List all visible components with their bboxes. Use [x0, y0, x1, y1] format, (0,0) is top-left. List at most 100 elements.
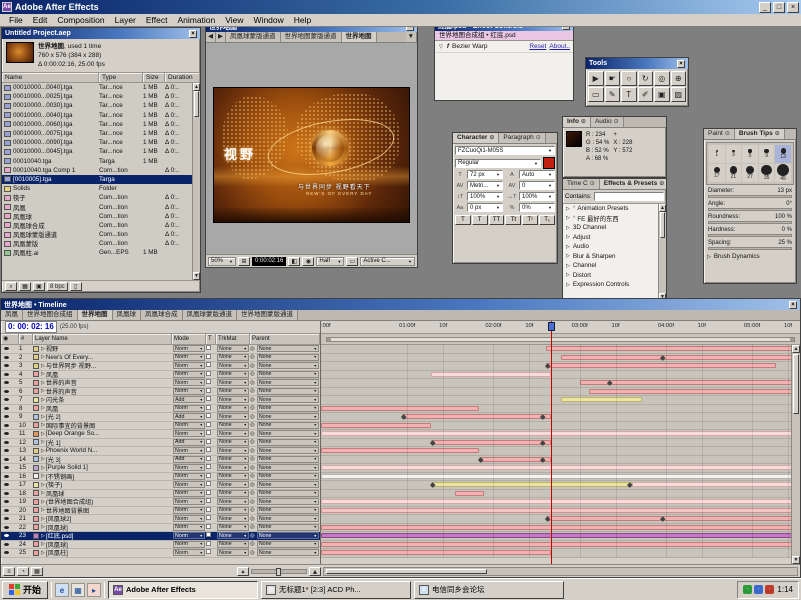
- palette-tab[interactable]: Audio⊙: [591, 117, 624, 127]
- parent-select[interactable]: None▼: [257, 371, 319, 378]
- blend-mode-select[interactable]: Add▼: [173, 396, 205, 403]
- preserve-transparency-checkbox[interactable]: [206, 541, 216, 548]
- character-value-field[interactable]: 72 px▼: [467, 170, 503, 179]
- layer-duration-bar[interactable]: [580, 380, 800, 385]
- current-time-indicator-handle[interactable]: [548, 322, 555, 331]
- visibility-eye-icon[interactable]: [1, 490, 11, 497]
- effect-controls-tab[interactable]: 世界地图合成组 • 红底.psd: [435, 31, 573, 41]
- layer-duration-bar[interactable]: [321, 431, 800, 436]
- pickwhip-icon[interactable]: ◎: [250, 363, 255, 369]
- palette-tab[interactable]: Brush Tips⊙: [735, 129, 785, 139]
- layer-lane[interactable]: [321, 371, 800, 380]
- brush-property-slider[interactable]: [708, 195, 792, 198]
- layer-duration-bar[interactable]: [321, 423, 431, 428]
- visibility-eye-icon[interactable]: [1, 498, 11, 505]
- blend-mode-select[interactable]: Norm▼: [173, 430, 205, 437]
- layer-duration-bar[interactable]: [455, 491, 484, 496]
- parent-select[interactable]: None▼: [257, 396, 319, 403]
- twirl-icon[interactable]: ▷: [41, 439, 45, 445]
- layer-name-cell[interactable]: ▷New's Of Every...: [33, 354, 172, 361]
- layer-duration-bar[interactable]: [321, 499, 800, 504]
- parent-select[interactable]: None▼: [257, 388, 319, 395]
- parent-select[interactable]: None▼: [257, 405, 319, 412]
- column-header[interactable]: Mode: [172, 334, 206, 344]
- timeline-comp-tab[interactable]: 世界地图合成组: [23, 310, 78, 320]
- layer-lane[interactable]: [321, 515, 800, 524]
- expand-layers-icon[interactable]: ≡: [3, 567, 15, 576]
- parent-select[interactable]: None▼: [257, 379, 319, 386]
- layer-lane[interactable]: [321, 541, 800, 550]
- viewer-timecode[interactable]: 0:00:02:16: [252, 257, 286, 266]
- layer-name-cell[interactable]: ▷Phoenix World N...: [33, 447, 172, 454]
- project-row[interactable]: 凤凰Com...tionΔ 0:..: [2, 202, 200, 211]
- label-color-chip[interactable]: [33, 465, 39, 471]
- column-header[interactable]: Type: [99, 73, 143, 82]
- layer-duration-bar[interactable]: [402, 414, 550, 419]
- zoom-slider[interactable]: [251, 569, 307, 574]
- layer-lane[interactable]: [321, 549, 800, 558]
- layer-lane[interactable]: [321, 507, 800, 516]
- twirl-icon[interactable]: ▷: [566, 234, 570, 240]
- faux-style-button[interactable]: Tt: [505, 215, 521, 225]
- tab-menu-icon[interactable]: ▼: [406, 32, 417, 42]
- preserve-transparency-checkbox[interactable]: [206, 447, 216, 454]
- layer-row[interactable]: 14▷[光 3]Add▼None▼◎None▼: [1, 456, 320, 465]
- column-header[interactable]: Size: [143, 73, 165, 82]
- blend-mode-select[interactable]: Norm▼: [173, 464, 205, 471]
- switches-modes-icon[interactable]: ▦: [31, 567, 43, 576]
- menu-item[interactable]: Effect: [141, 15, 173, 25]
- layer-duration-bar[interactable]: [321, 550, 551, 555]
- volume-icon[interactable]: ·: [754, 585, 763, 594]
- faux-style-button[interactable]: T₁: [539, 215, 555, 225]
- label-color-chip[interactable]: [33, 371, 39, 377]
- layer-duration-bar[interactable]: [321, 448, 479, 453]
- label-color-chip[interactable]: [33, 422, 39, 428]
- composition-canvas[interactable]: 视野 与世界同步 视野看天下 NEW'S OF EVERY DAY: [213, 87, 410, 223]
- visibility-eye-icon[interactable]: [1, 396, 11, 403]
- project-row[interactable]: 00010000...0075].tgaTar...nce1 MBΔ 0:..: [2, 129, 200, 138]
- taskbar-task-button[interactable]: e电信同乡会论坛: [414, 581, 564, 599]
- tab-scroll-left-icon[interactable]: ◀: [206, 32, 216, 42]
- blend-mode-select[interactable]: Add▼: [173, 456, 205, 463]
- brush-dynamics-row[interactable]: ▷ Brush Dynamics: [704, 252, 796, 262]
- visibility-eye-icon[interactable]: [1, 413, 11, 420]
- timeline-comp-tab[interactable]: 凤凰: [1, 310, 23, 320]
- layer-lane[interactable]: [321, 447, 800, 456]
- twirl-icon[interactable]: ▷: [41, 354, 45, 360]
- brush-tip[interactable]: 5: [742, 145, 758, 163]
- comp-tab[interactable]: 世界地图蒙版通道: [281, 32, 342, 42]
- pickwhip-icon[interactable]: ◎: [250, 422, 255, 428]
- layer-lane[interactable]: [321, 362, 800, 371]
- clone-stamp-tool[interactable]: ▣: [654, 87, 670, 102]
- palette-menu-icon[interactable]: ⊙: [536, 135, 541, 141]
- track-matte-select[interactable]: None▼: [217, 532, 249, 539]
- layer-lane[interactable]: [321, 388, 800, 397]
- pickwhip-icon[interactable]: ◎: [250, 550, 255, 556]
- track-matte-select[interactable]: None▼: [217, 430, 249, 437]
- layer-row[interactable]: 12▷[光 1]Add▼None▼◎None▼: [1, 439, 320, 448]
- pickwhip-icon[interactable]: ◎: [250, 524, 255, 530]
- brush-tip[interactable]: 13: [775, 145, 791, 163]
- parent-select[interactable]: None▼: [257, 515, 319, 522]
- visibility-eye-icon[interactable]: [1, 532, 11, 539]
- layer-lane[interactable]: [321, 490, 800, 499]
- track-matte-select[interactable]: None▼: [217, 345, 249, 352]
- twirl-icon[interactable]: ▷: [566, 272, 570, 278]
- brush-property-row[interactable]: Roundness:100 %: [704, 213, 796, 221]
- palette-tab[interactable]: Time C⊙: [563, 179, 600, 189]
- brush-property-slider[interactable]: [708, 234, 792, 237]
- menu-item[interactable]: View: [220, 15, 248, 25]
- start-button[interactable]: 开始: [2, 581, 48, 599]
- pickwhip-icon[interactable]: ◎: [250, 473, 255, 479]
- blend-mode-select[interactable]: Norm▼: [173, 405, 205, 412]
- layer-duration-bar[interactable]: [321, 474, 800, 479]
- new-composition-icon[interactable]: ▣: [33, 282, 45, 291]
- visibility-eye-icon[interactable]: [1, 507, 11, 514]
- parent-select[interactable]: None▼: [257, 464, 319, 471]
- project-row[interactable]: 00010000...0045].tgaTar...nce1 MBΔ 0:..: [2, 147, 200, 156]
- zoom-out-icon[interactable]: ▴: [237, 567, 249, 576]
- palette-menu-icon[interactable]: ⊙: [581, 119, 586, 125]
- parent-select[interactable]: None▼: [257, 498, 319, 505]
- column-header[interactable]: Layer Name: [33, 334, 172, 344]
- preserve-transparency-checkbox[interactable]: [206, 422, 216, 429]
